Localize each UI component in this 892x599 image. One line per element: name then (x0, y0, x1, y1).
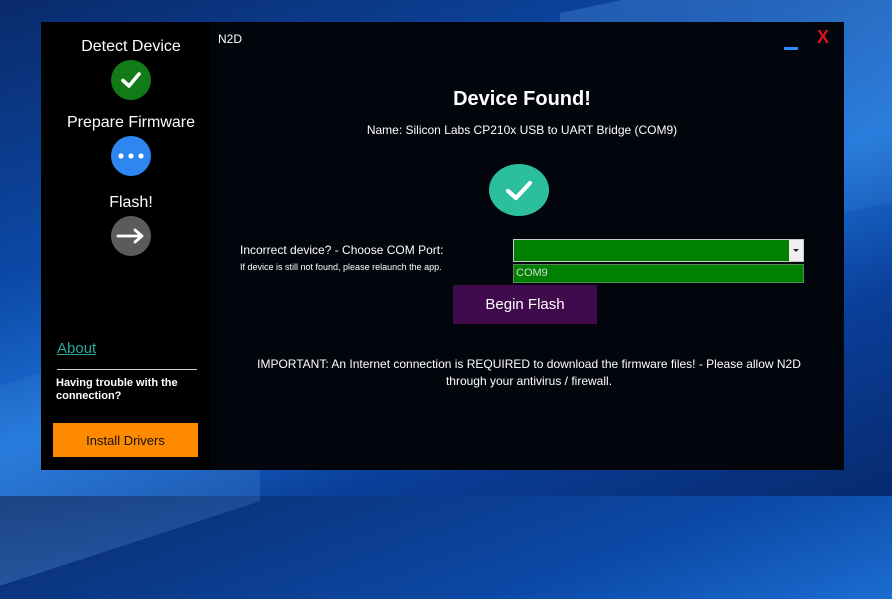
page-title: Device Found! (453, 88, 591, 110)
divider (57, 369, 197, 370)
important-notice: IMPORTANT: An Internet connection is REQ… (229, 356, 829, 390)
step-label-prepare-firmware: Prepare Firmware (66, 114, 196, 131)
sidebar: Detect Device Prepare Firmware Flash! Ab… (41, 22, 211, 470)
minimize-icon[interactable] (784, 36, 798, 50)
important-notice-line-1: IMPORTANT: An Internet connection is REQ… (257, 357, 801, 371)
step-label-detect-device: Detect Device (81, 38, 181, 55)
com-port-dropdown: COM9 (513, 264, 804, 283)
arrow-right-icon (111, 216, 151, 256)
check-circle-icon (489, 164, 549, 216)
main-panel: N2D X Device Found! Name: Silicon Labs C… (211, 22, 844, 470)
begin-flash-button[interactable]: Begin Flash (453, 285, 597, 324)
check-icon (111, 60, 151, 100)
step-label-flash: Flash! (109, 194, 153, 211)
important-notice-line-2: through your antivirus / firewall. (445, 374, 613, 388)
about-link[interactable]: About (57, 340, 96, 357)
com-port-hint: If device is still not found, please rel… (240, 262, 442, 272)
app-title: N2D (218, 32, 243, 46)
com-port-select[interactable] (513, 239, 804, 262)
com-port-option[interactable]: COM9 (516, 267, 548, 279)
install-drivers-button[interactable]: Install Drivers (53, 423, 198, 457)
trouble-text: Having trouble with the connection? (56, 377, 178, 402)
com-port-label: Incorrect device? - Choose COM Port: (240, 243, 444, 257)
more-dots-icon (111, 136, 151, 176)
app-window: Detect Device Prepare Firmware Flash! Ab… (41, 22, 844, 470)
device-name: Name: Silicon Labs CP210x USB to UART Br… (366, 123, 678, 137)
close-button[interactable]: X (817, 27, 829, 48)
chevron-down-icon[interactable] (789, 240, 803, 261)
